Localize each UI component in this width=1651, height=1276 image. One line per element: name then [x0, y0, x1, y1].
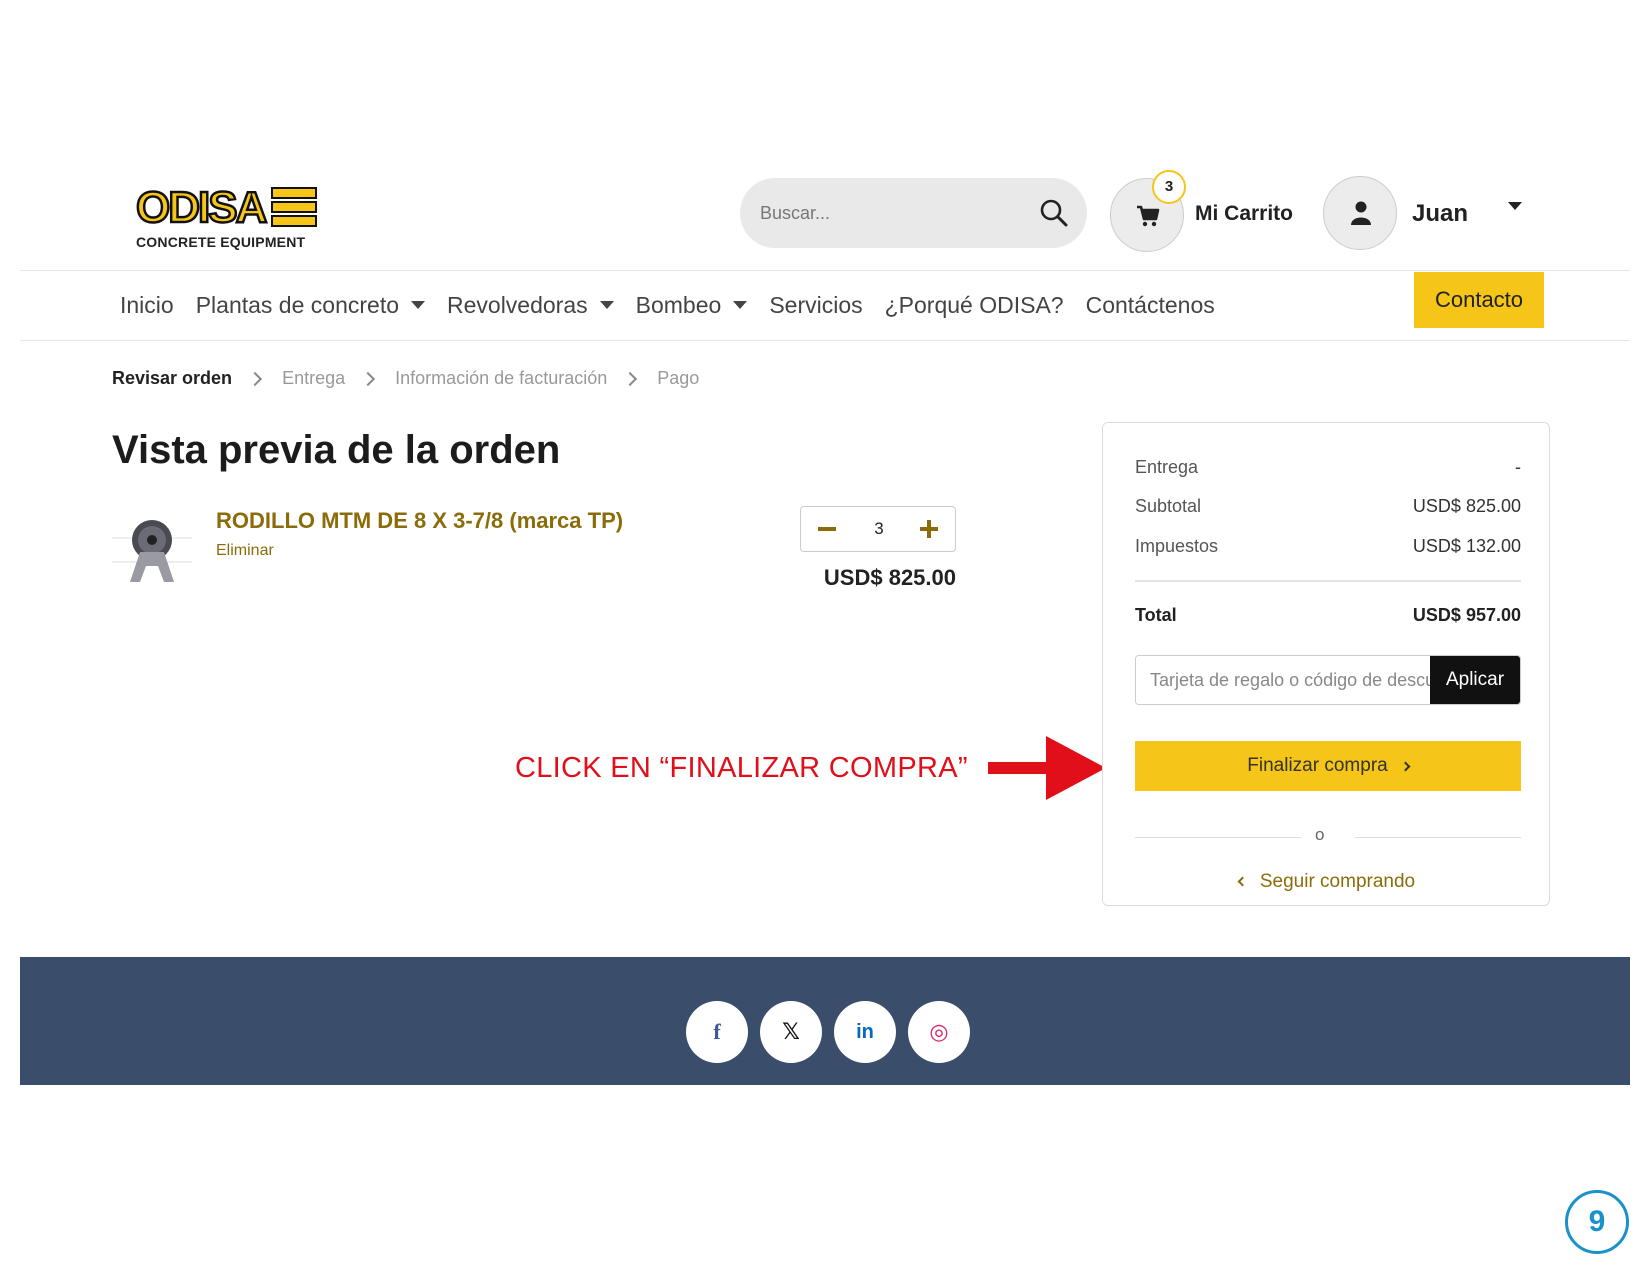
main-nav: Inicio Plantas de concreto Revolvedoras …	[120, 280, 1237, 330]
chevron-down-icon	[599, 301, 614, 309]
social-glyph: 𝕏	[782, 1019, 800, 1045]
breadcrumb: Revisar orden Entrega Información de fac…	[112, 368, 699, 389]
arrow-right-icon	[988, 736, 1106, 800]
summary-label: Impuestos	[1135, 536, 1219, 556]
quantity-value[interactable]: 3	[861, 519, 897, 539]
summary-value: USD$ 825.00	[1412, 496, 1521, 516]
odisa-logo[interactable]: ODISA CONCRETE EQUIPMENT	[116, 170, 326, 250]
apply-coupon-button[interactable]: Aplicar	[1430, 656, 1520, 704]
social-glyph: ◎	[929, 1019, 949, 1045]
chevron-down-icon	[411, 301, 425, 309]
breadcrumb-step-entrega: Entrega	[282, 368, 346, 388]
site-footer: f 𝕏 in ◎	[20, 957, 1630, 1085]
remove-item-link[interactable]: Eliminar	[216, 542, 274, 560]
instruction-annotation: CLICK EN “FINALIZAR COMPRA”	[515, 752, 968, 784]
breadcrumb-step-pago: Pago	[657, 368, 700, 388]
logo-tagline: CONCRETE EQUIPMENT	[136, 234, 306, 250]
nav-item-contactenos[interactable]: Contáctenos	[1086, 292, 1215, 319]
order-summary-card: Entrega - Subtotal USD$ 825.00 Impuestos…	[1102, 422, 1550, 906]
summary-value: -	[1515, 457, 1521, 477]
product-name-link[interactable]: RODILLO MTM DE 8 X 3-7/8 (marca TP)	[216, 508, 623, 534]
user-icon	[1351, 201, 1371, 225]
summary-label: Total	[1135, 605, 1177, 625]
nav-item-inicio[interactable]: Inicio	[120, 292, 174, 319]
coupon-input[interactable]	[1136, 656, 1432, 704]
nav-item-porque-odisa[interactable]: ¿Porqué ODISA?	[885, 292, 1064, 319]
search-icon[interactable]	[1039, 198, 1069, 228]
user-avatar[interactable]	[1323, 176, 1397, 250]
search-input[interactable]	[760, 200, 1020, 226]
breadcrumb-step-facturacion: Información de facturación	[395, 368, 608, 388]
breadcrumb-step-revisar-orden[interactable]: Revisar orden	[112, 368, 232, 389]
x-icon[interactable]: 𝕏	[760, 1001, 822, 1063]
instagram-icon[interactable]: ◎	[908, 1001, 970, 1063]
svg-text:ODISA: ODISA	[136, 184, 267, 230]
page-number-badge: 9	[1565, 1190, 1629, 1254]
chevron-right-icon	[247, 371, 263, 386]
nav-label: Inicio	[120, 291, 174, 318]
nav-item-servicios[interactable]: Servicios	[769, 292, 862, 319]
summary-row-entrega: Entrega -	[1135, 457, 1521, 478]
linkedin-icon[interactable]: in	[834, 1001, 896, 1063]
summary-divider	[1135, 580, 1521, 582]
divider-left	[1135, 837, 1301, 838]
cart-count-badge: 3	[1152, 170, 1186, 204]
or-separator: o	[1315, 825, 1325, 844]
cart-label[interactable]: Mi Carrito	[1195, 202, 1293, 226]
chevron-right-icon	[361, 371, 376, 386]
header-divider	[20, 270, 1630, 271]
product-thumbnail[interactable]	[112, 512, 192, 586]
user-menu-chevron-down-icon[interactable]	[1508, 202, 1522, 210]
chevron-right-icon	[1400, 761, 1411, 771]
nav-item-bombeo[interactable]: Bombeo	[636, 292, 748, 319]
contact-button[interactable]: Contacto	[1414, 272, 1544, 328]
chevron-left-icon	[1237, 877, 1248, 887]
coupon-form: Aplicar	[1135, 655, 1521, 705]
summary-row-impuestos: Impuestos USD$ 132.00	[1135, 536, 1521, 557]
odisa-wordmark: ODISA	[134, 184, 320, 230]
nav-label: ¿Porqué ODISA?	[884, 291, 1064, 318]
page-title: Vista previa de la orden	[112, 428, 561, 472]
summary-value: USD$ 132.00	[1412, 536, 1521, 556]
facebook-icon[interactable]: f	[686, 1001, 748, 1063]
summary-label: Subtotal	[1135, 496, 1202, 516]
minus-icon[interactable]	[815, 517, 839, 541]
nav-item-plantas[interactable]: Plantas de concreto	[196, 292, 425, 319]
social-glyph: in	[856, 1020, 874, 1043]
chevron-right-icon	[623, 371, 638, 386]
plus-icon[interactable]	[917, 517, 941, 541]
quantity-stepper: 3	[800, 506, 956, 552]
nav-label: Revolvedoras	[447, 291, 588, 318]
user-name[interactable]: Juan	[1412, 200, 1468, 228]
nav-label: Plantas de concreto	[195, 291, 399, 318]
line-item-price: USD$ 825.00	[823, 565, 956, 590]
divider-right	[1355, 837, 1521, 838]
social-glyph: f	[713, 1019, 721, 1044]
keep-shopping-label: Seguir comprando	[1259, 871, 1416, 892]
summary-row-total: Total USD$ 957.00	[1135, 605, 1521, 626]
chevron-down-icon	[733, 301, 748, 309]
nav-label: Contáctenos	[1085, 291, 1215, 318]
search-bar	[740, 178, 1087, 248]
checkout-label: Finalizar compra	[1247, 755, 1388, 776]
summary-label: Entrega	[1135, 457, 1199, 477]
nav-item-revolvedoras[interactable]: Revolvedoras	[447, 292, 614, 319]
nav-label: Bombeo	[635, 291, 722, 318]
nav-divider	[20, 340, 1630, 341]
summary-row-subtotal: Subtotal USD$ 825.00	[1135, 496, 1521, 517]
keep-shopping-link[interactable]: Seguir comprando	[1103, 871, 1551, 893]
finalizar-compra-button[interactable]: Finalizar compra	[1135, 741, 1521, 791]
summary-value: USD$ 957.00	[1412, 605, 1521, 625]
social-links: f 𝕏 in ◎	[686, 1001, 982, 1063]
cart-icon	[1137, 205, 1160, 227]
page-frame: ODISA CONCRETE EQUIPMENT 3 Mi Carrito Ju	[20, 160, 1630, 1145]
nav-label: Servicios	[769, 291, 863, 318]
